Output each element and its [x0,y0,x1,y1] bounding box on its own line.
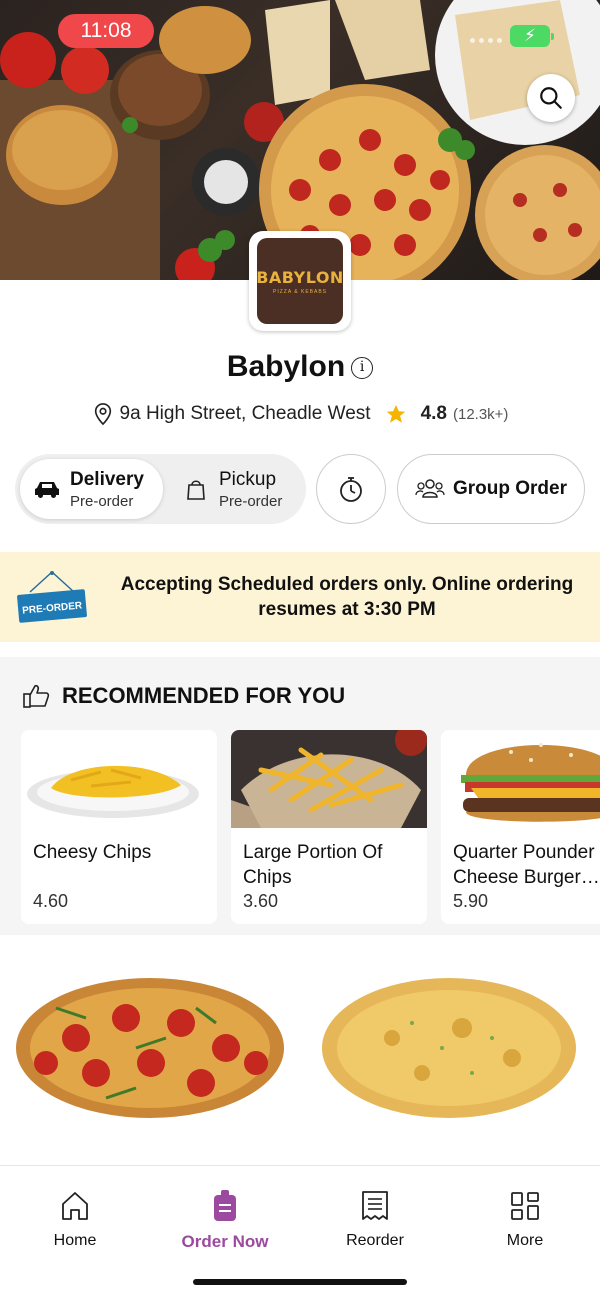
pre-order-sign-icon: PRE-ORDER [17,571,87,623]
stopwatch-icon [340,477,362,502]
nav-more[interactable]: More [450,1190,600,1250]
status-time: 11:08 [58,14,154,48]
home-icon [62,1192,88,1220]
pizza-category-tile[interactable] [16,978,284,1118]
recommended-carousel[interactable]: Cheesy Chips 4.60 Large Portion Of Chips… [21,730,600,924]
cheese-burger-image [441,730,600,828]
item-price: 3.60 [243,891,279,911]
nav-home[interactable]: Home [0,1190,150,1250]
nav-home-label: Home [53,1232,97,1249]
large-chips-image [231,730,427,828]
recommended-section: RECOMMENDED FOR YOU Cheesy Chips 4.60 La… [0,657,600,935]
signal-icon [470,38,502,43]
rating-count: (12.3k+) [452,405,509,423]
thumbs-up-icon [23,684,50,708]
nav-reorder-label: Reorder [346,1232,404,1249]
recommended-header: RECOMMENDED FOR YOU [22,683,345,709]
battery-charging-icon: ⚡ [510,25,554,47]
rating-value: 4.8 [420,403,447,424]
logo-subtitle: PIZZA & KEBABS [272,288,327,295]
car-icon [35,482,59,498]
search-button[interactable] [527,74,575,122]
restaurant-address[interactable]: 9a High Street, Cheadle West [120,403,371,425]
delivery-label: Delivery [70,468,144,490]
item-name: Cheesy Chips [33,842,152,863]
grid-icon [511,1192,539,1220]
receipt-icon [362,1191,388,1220]
item-name: Quarter Pounder Cheese Burger… [453,842,600,888]
schedule-notice-text: Accepting Scheduled orders only. Online … [120,574,574,620]
search-icon [540,87,562,109]
pickup-sublabel: Pre-order [219,492,283,510]
delivery-option[interactable]: Delivery Pre-order [20,459,163,519]
garlic-bread-category-tile[interactable] [322,978,576,1118]
nav-order-now[interactable]: Order Now [150,1190,300,1252]
nav-order-now-label: Order Now [181,1232,269,1251]
group-order-label: Group Order [452,478,567,499]
nav-reorder[interactable]: Reorder [300,1190,450,1250]
schedule-notice-banner: PRE-ORDER Accepting Scheduled orders onl… [0,552,600,642]
delivery-sublabel: Pre-order [70,492,134,510]
group-people-icon [415,479,445,498]
recommended-title: RECOMMENDED FOR YOU [62,683,346,708]
restaurant-logo: BABYLON PIZZA & KEBABS [249,231,351,331]
recommended-item-card[interactable]: Large Portion Of Chips 3.60 [231,730,427,924]
menu-category-grid [0,950,600,1160]
recommended-item-card[interactable]: Cheesy Chips 4.60 [21,730,217,924]
info-icon[interactable]: i [351,357,374,379]
home-indicator[interactable] [193,1279,407,1285]
item-price: 4.60 [33,891,69,911]
pickup-label: Pickup [219,468,277,490]
location-pin-icon [94,403,111,426]
restaurant-name: Babylon [226,350,346,383]
group-order-button[interactable]: Group Order [397,454,585,524]
item-name: Large Portion Of Chips [243,842,383,888]
logo-badge: BABYLON PIZZA & KEBABS [256,238,344,324]
restaurant-meta: 9a High Street, Cheadle West 4.8 (12.3k+… [0,402,600,426]
recommended-item-card[interactable]: Quarter Pounder Cheese Burger… 5.90 [441,730,600,924]
shopping-bag-icon [187,480,205,500]
cheesy-chips-image [21,730,217,828]
nav-more-label: More [506,1232,544,1249]
pickup-option[interactable]: Pickup Pre-order [177,459,301,519]
star-icon [386,404,405,423]
order-bag-icon [214,1190,236,1221]
order-mode-toggle: Delivery Pre-order Pickup Pre-order [15,454,306,524]
schedule-time-button[interactable] [316,454,386,524]
logo-title: BABYLON [256,267,344,287]
item-price: 5.90 [453,891,489,911]
restaurant-name-row: Babylon i [0,350,600,384]
